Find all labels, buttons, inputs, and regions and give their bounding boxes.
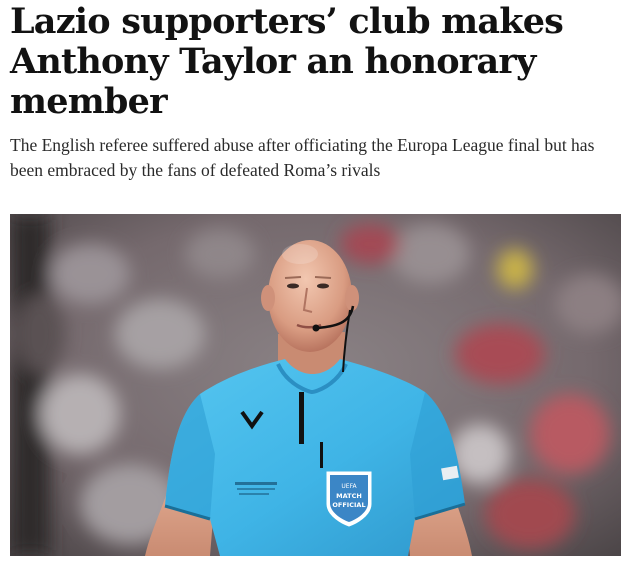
standfirst: The English referee suffered abuse after… <box>10 133 625 183</box>
headline-line: member <box>10 81 168 122</box>
headline-line: Anthony Taylor an honorary <box>10 41 536 82</box>
headline: Lazio supporters’ club makes Anthony Tay… <box>10 2 620 122</box>
headline-line: Lazio supporters’ club makes <box>10 1 564 42</box>
referee-photo: UEFA MATCH OFFICIAL <box>10 214 621 556</box>
badge-text: OFFICIAL <box>332 501 365 509</box>
referee-illustration: UEFA MATCH OFFICIAL <box>10 214 621 556</box>
badge-text: UEFA <box>341 483 357 490</box>
badge-text: MATCH <box>336 492 362 500</box>
standfirst-line: The English referee suffered abuse after… <box>10 135 595 155</box>
standfirst-line: been embraced by the fans of defeated Ro… <box>10 160 381 180</box>
article: Lazio supporters’ club makes Anthony Tay… <box>0 0 640 563</box>
